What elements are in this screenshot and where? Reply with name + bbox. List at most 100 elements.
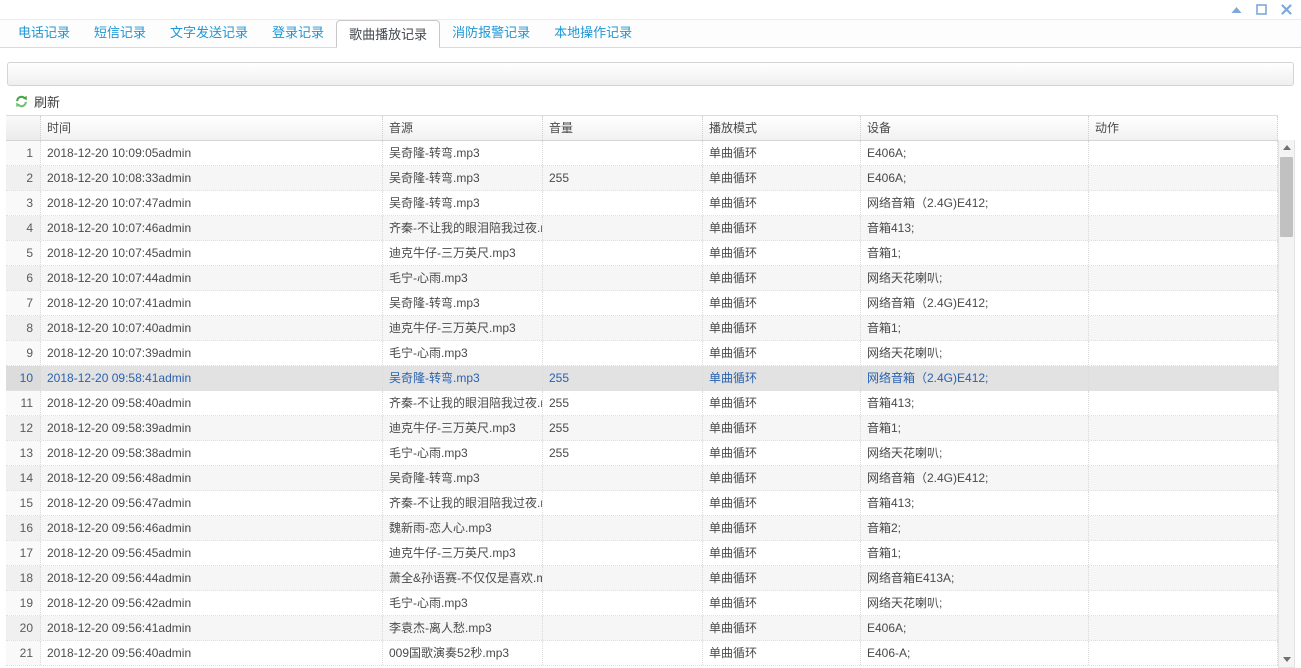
tab-sms-records[interactable]: 短信记录 [82,20,158,47]
table-row[interactable]: 42018-12-20 10:07:46admin齐秦-不让我的眼泪陪我过夜.m… [6,216,1278,241]
table-row[interactable]: 22018-12-20 10:08:33admin吴奇隆-转弯.mp3255单曲… [6,166,1278,191]
tab-local-operation-records[interactable]: 本地操作记录 [542,20,644,47]
table-row[interactable]: 202018-12-20 09:56:41admin李袁杰-离人愁.mp3单曲循… [6,616,1278,641]
tab-fire-alarm-records[interactable]: 消防报警记录 [440,20,542,47]
table-row[interactable]: 52018-12-20 10:07:45admin迪克牛仔-三万英尺.mp3单曲… [6,241,1278,266]
cell-volume: 255 [543,391,703,415]
cell-volume [543,516,703,540]
cell-time: 2018-12-20 09:56:41admin [41,616,383,640]
cell-volume [543,591,703,615]
table-row[interactable]: 192018-12-20 09:56:42admin毛宁-心雨.mp3单曲循环网… [6,591,1278,616]
triangle-up-icon [1231,6,1242,14]
tab-song-play-records[interactable]: 歌曲播放记录 [336,20,440,48]
cell-mode: 单曲循环 [703,141,861,165]
cell-source: 毛宁-心雨.mp3 [383,591,543,615]
table-row[interactable]: 162018-12-20 09:56:46admin魏新雨-恋人心.mp3单曲循… [6,516,1278,541]
close-button[interactable] [1280,3,1293,16]
grid-body: 12018-12-20 10:09:05admin吴奇隆-转弯.mp3单曲循环E… [6,141,1278,666]
cell-source: 齐秦-不让我的眼泪陪我过夜.mp3 [383,216,543,240]
tab-text-send-records[interactable]: 文字发送记录 [158,20,260,47]
table-row[interactable]: 122018-12-20 09:58:39admin迪克牛仔-三万英尺.mp32… [6,416,1278,441]
records-grid: 时间音源音量播放模式设备动作 12018-12-20 10:09:05admin… [6,115,1278,668]
cell-source: 吴奇隆-转弯.mp3 [383,141,543,165]
table-row[interactable]: 212018-12-20 09:56:40admin009国歌演奏52秒.mp3… [6,641,1278,666]
cell-source: 吴奇隆-转弯.mp3 [383,166,543,190]
cell-source: 李袁杰-离人愁.mp3 [383,616,543,640]
cell-mode: 单曲循环 [703,516,861,540]
table-row[interactable]: 82018-12-20 10:07:40admin迪克牛仔-三万英尺.mp3单曲… [6,316,1278,341]
cell-mode: 单曲循环 [703,566,861,590]
cell-source: 吴奇隆-转弯.mp3 [383,366,543,390]
table-row[interactable]: 112018-12-20 09:58:40admin齐秦-不让我的眼泪陪我过夜.… [6,391,1278,416]
scroll-up-button[interactable] [1279,140,1294,155]
table-row[interactable]: 62018-12-20 10:07:44admin毛宁-心雨.mp3单曲循环网络… [6,266,1278,291]
table-row[interactable]: 72018-12-20 10:07:41admin吴奇隆-转弯.mp3单曲循环网… [6,291,1278,316]
cell-device: 网络音箱（2.4G)E412; [861,366,1089,390]
cell-num: 21 [6,641,41,665]
table-row[interactable]: 12018-12-20 10:09:05admin吴奇隆-转弯.mp3单曲循环E… [6,141,1278,166]
toolbar: 刷新 [0,87,1301,115]
table-row[interactable]: 172018-12-20 09:56:45admin迪克牛仔-三万英尺.mp3单… [6,541,1278,566]
cell-device: 音箱413; [861,491,1089,515]
cell-action [1089,166,1278,190]
cell-num: 6 [6,266,41,290]
tab-phone-records[interactable]: 电话记录 [6,20,82,47]
table-row[interactable]: 132018-12-20 09:58:38admin毛宁-心雨.mp3255单曲… [6,441,1278,466]
cell-volume [543,191,703,215]
cell-action [1089,341,1278,365]
cell-volume [543,291,703,315]
scrollbar-thumb[interactable] [1280,157,1293,237]
column-header-device[interactable]: 设备 [861,116,1089,140]
collapse-button[interactable] [1230,3,1243,16]
cell-source: 魏新雨-恋人心.mp3 [383,516,543,540]
table-row[interactable]: 102018-12-20 09:58:41admin吴奇隆-转弯.mp3255单… [6,366,1278,391]
refresh-button[interactable]: 刷新 [10,90,64,113]
cell-mode: 单曲循环 [703,191,861,215]
grid-header: 时间音源音量播放模式设备动作 [6,116,1278,141]
cell-device: 网络天花喇叭; [861,441,1089,465]
column-header-num[interactable] [6,116,41,140]
x-icon [1281,4,1292,15]
cell-action [1089,216,1278,240]
maximize-button[interactable] [1255,3,1268,16]
table-row[interactable]: 92018-12-20 10:07:39admin毛宁-心雨.mp3单曲循环网络… [6,341,1278,366]
cell-mode: 单曲循环 [703,166,861,190]
cell-device: 网络天花喇叭; [861,341,1089,365]
column-header-mode[interactable]: 播放模式 [703,116,861,140]
cell-action [1089,416,1278,440]
cell-time: 2018-12-20 10:08:33admin [41,166,383,190]
cell-action [1089,391,1278,415]
cell-action [1089,516,1278,540]
cell-device: 音箱1; [861,416,1089,440]
cell-num: 18 [6,566,41,590]
cell-action [1089,266,1278,290]
cell-device: 音箱413; [861,391,1089,415]
table-row[interactable]: 182018-12-20 09:56:44admin萧全&孙语赛-不仅仅是喜欢.… [6,566,1278,591]
records-grid-wrap: 时间音源音量播放模式设备动作 12018-12-20 10:09:05admin… [6,115,1295,668]
table-row[interactable]: 32018-12-20 10:07:47admin吴奇隆-转弯.mp3单曲循环网… [6,191,1278,216]
cell-source: 迪克牛仔-三万英尺.mp3 [383,416,543,440]
column-header-time[interactable]: 时间 [41,116,383,140]
table-row[interactable]: 152018-12-20 09:56:47admin齐秦-不让我的眼泪陪我过夜.… [6,491,1278,516]
cell-time: 2018-12-20 10:07:41admin [41,291,383,315]
scroll-down-button[interactable] [1279,652,1294,667]
cell-mode: 单曲循环 [703,491,861,515]
cell-volume: 255 [543,441,703,465]
cell-source: 毛宁-心雨.mp3 [383,266,543,290]
column-header-volume[interactable]: 音量 [543,116,703,140]
cell-time: 2018-12-20 09:56:48admin [41,466,383,490]
cell-device: E406A; [861,141,1089,165]
column-header-action[interactable]: 动作 [1089,116,1278,140]
cell-device: 网络天花喇叭; [861,591,1089,615]
cell-mode: 单曲循环 [703,441,861,465]
column-header-source[interactable]: 音源 [383,116,543,140]
vertical-scrollbar[interactable] [1278,140,1295,668]
tab-login-records[interactable]: 登录记录 [260,20,336,47]
cell-time: 2018-12-20 09:56:47admin [41,491,383,515]
table-row[interactable]: 142018-12-20 09:56:48admin吴奇隆-转弯.mp3单曲循环… [6,466,1278,491]
cell-mode: 单曲循环 [703,541,861,565]
cell-time: 2018-12-20 10:09:05admin [41,141,383,165]
cell-mode: 单曲循环 [703,241,861,265]
cell-action [1089,641,1278,665]
refresh-icon [14,94,29,109]
